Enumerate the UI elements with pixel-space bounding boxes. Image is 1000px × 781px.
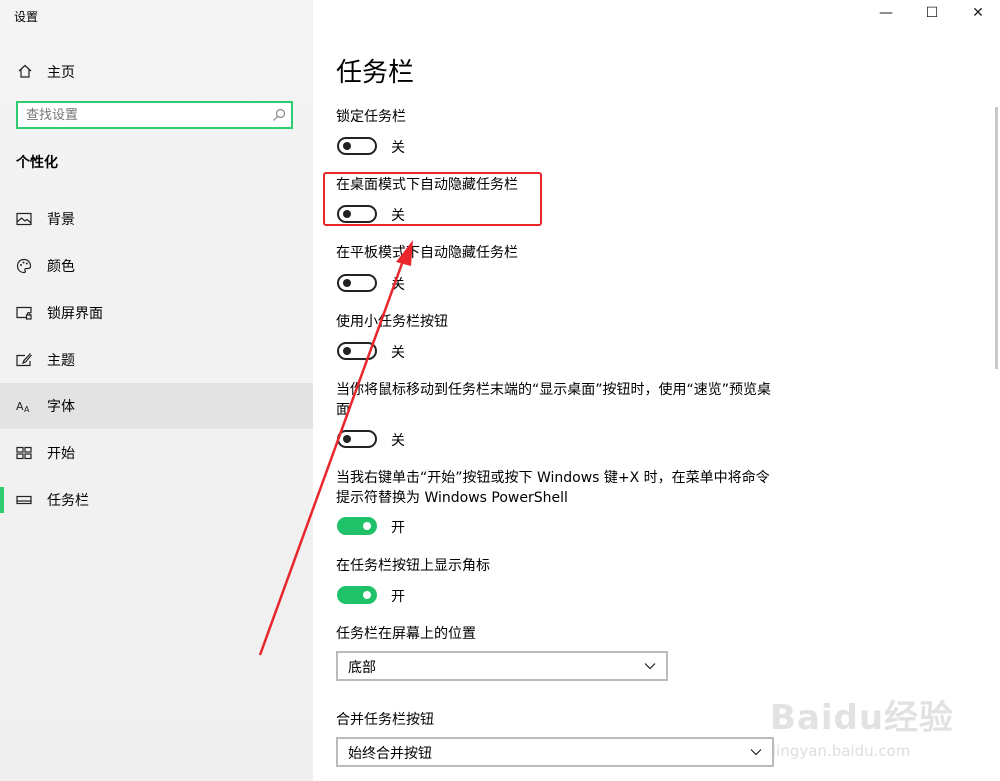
sidebar: 设置 主页 个性化 背景 颜色 锁屏界面 (0, 0, 313, 781)
nav-item-themes[interactable]: 主题 (0, 337, 313, 383)
toggle-autohide-tablet[interactable] (337, 274, 377, 292)
setting-label-badges: 在任务栏按钮上显示角标 (336, 558, 490, 574)
home-nav-item[interactable]: 主页 (0, 57, 313, 85)
theme-brush-icon (16, 353, 32, 367)
toggle-state-lock-taskbar: 关 (391, 140, 405, 156)
taskbar-icon (16, 495, 32, 505)
nav-label-background: 背景 (47, 212, 75, 228)
dropdown-value: 始终合并按钮 (348, 746, 432, 762)
search-icon[interactable] (272, 108, 286, 122)
minimize-button[interactable]: — (876, 5, 896, 25)
toggle-state-powershell: 开 (391, 520, 405, 536)
dropdown-label-combine: 合并任务栏按钮 (336, 712, 434, 728)
settings-content: — ☐ ✕ 任务栏 锁定任务栏 关 在桌面模式下自动隐藏任务栏 关 在平板模式下… (313, 0, 1000, 781)
font-icon: A A (16, 400, 30, 414)
app-title: 设置 (14, 10, 39, 24)
selected-indicator (0, 487, 4, 513)
nav-label-fonts: 字体 (47, 399, 75, 415)
lockscreen-icon (16, 306, 32, 320)
nav-label-lockscreen: 锁屏界面 (47, 306, 103, 322)
setting-label-peek: 当你将鼠标移动到任务栏末端的“显示桌面”按钮时，使用“速览”预览桌面 (336, 382, 772, 418)
chevron-down-icon (644, 663, 656, 670)
dropdown-value: 底部 (348, 660, 376, 676)
start-tiles-icon (16, 446, 32, 460)
home-label: 主页 (47, 65, 75, 81)
scrollbar[interactable] (995, 107, 998, 369)
toggle-state-autohide-tablet: 关 (391, 277, 405, 293)
toggle-small-buttons[interactable] (337, 342, 377, 360)
home-icon (18, 64, 32, 78)
toggle-lock-taskbar[interactable] (337, 137, 377, 155)
nav-label-taskbar: 任务栏 (47, 493, 89, 509)
toggle-knob (343, 142, 351, 150)
annotation-highlight-box (323, 172, 542, 226)
nav-label-colors: 颜色 (47, 259, 75, 275)
setting-label-autohide-tablet: 在平板模式下自动隐藏任务栏 (336, 245, 518, 261)
search-input[interactable] (26, 106, 266, 124)
toggle-knob (343, 279, 351, 287)
nav-item-background[interactable]: 背景 (0, 196, 313, 242)
maximize-button[interactable]: ☐ (922, 5, 942, 25)
svg-text:A: A (24, 405, 30, 414)
toggle-state-small-buttons: 关 (391, 345, 405, 361)
setting-label-powershell: 当我右键单击“开始”按钮或按下 Windows 键+X 时，在菜单中将命令提示符… (336, 470, 770, 506)
nav-label-themes: 主题 (47, 353, 75, 369)
toggle-knob (343, 347, 351, 355)
palette-icon (16, 258, 32, 274)
toggle-knob (363, 591, 371, 599)
toggle-knob (363, 522, 371, 530)
toggle-powershell[interactable] (337, 517, 377, 535)
close-button[interactable]: ✕ (968, 5, 988, 25)
dropdown-combine-buttons[interactable]: 始终合并按钮 (336, 737, 774, 767)
nav-item-lockscreen[interactable]: 锁屏界面 (0, 290, 313, 336)
picture-icon (16, 212, 32, 226)
nav-item-taskbar[interactable]: 任务栏 (0, 477, 313, 523)
search-box[interactable] (16, 101, 293, 129)
setting-label-lock-taskbar: 锁定任务栏 (336, 109, 406, 125)
nav-item-fonts[interactable]: A A 字体 (0, 383, 313, 429)
nav-label-start: 开始 (47, 446, 75, 462)
svg-text:A: A (16, 400, 24, 413)
baidu-watermark: Baidu经验 jingyan.baidu.com (770, 672, 995, 777)
dropdown-taskbar-position[interactable]: 底部 (336, 651, 668, 681)
dropdown-label-position: 任务栏在屏幕上的位置 (336, 626, 476, 642)
toggle-knob (343, 435, 351, 443)
section-heading: 个性化 (16, 155, 58, 171)
nav-item-colors[interactable]: 颜色 (0, 243, 313, 289)
watermark-url: jingyan.baidu.com (772, 742, 911, 760)
toggle-state-badges: 开 (391, 589, 405, 605)
toggle-state-peek: 关 (391, 433, 405, 449)
page-title: 任务栏 (336, 58, 415, 88)
setting-label-small-buttons: 使用小任务栏按钮 (336, 314, 448, 330)
nav-item-start[interactable]: 开始 (0, 430, 313, 476)
watermark-brand: Baidu经验 (770, 698, 955, 738)
toggle-badges[interactable] (337, 586, 377, 604)
toggle-peek[interactable] (337, 430, 377, 448)
chevron-down-icon (750, 749, 762, 756)
